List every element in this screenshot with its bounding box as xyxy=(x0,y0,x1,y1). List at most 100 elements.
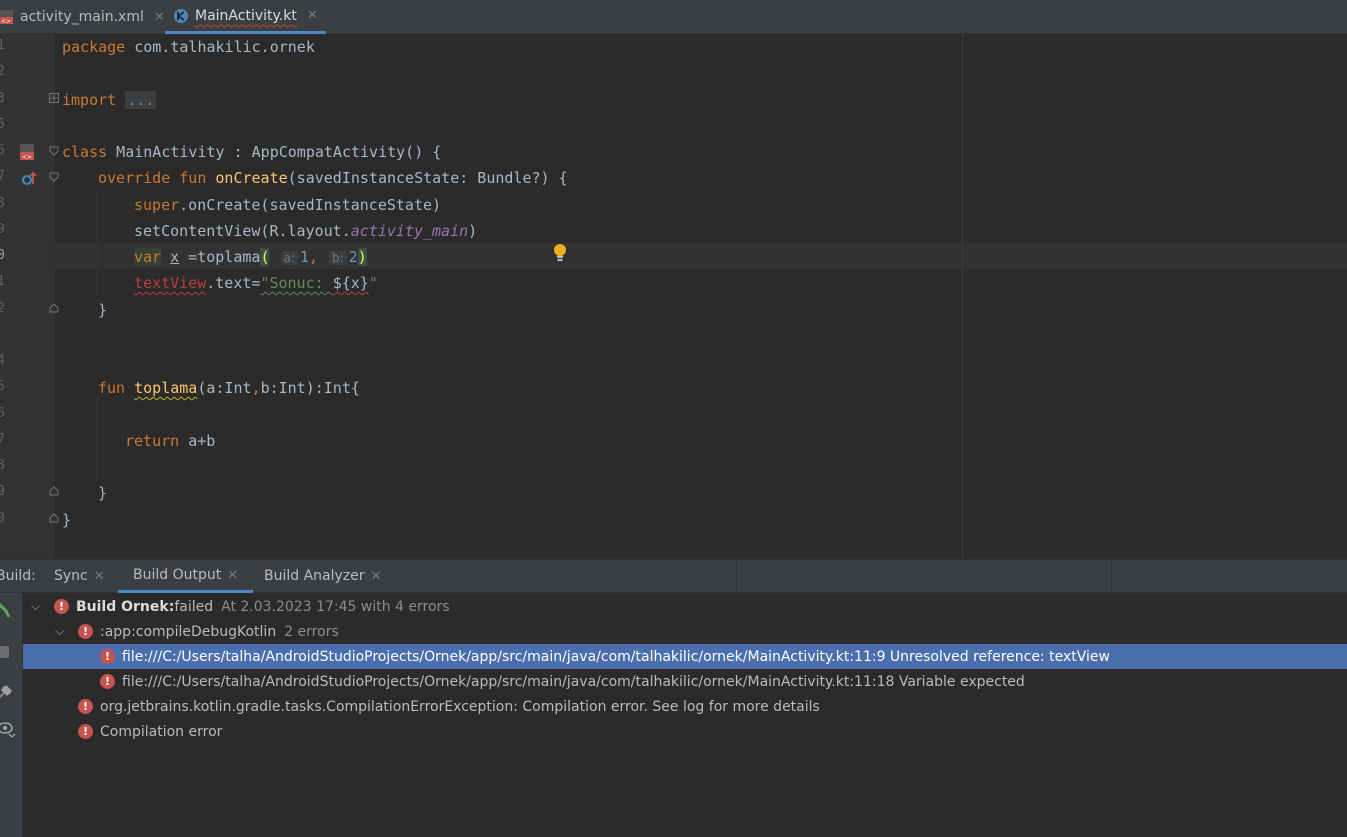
kotlin-file-icon xyxy=(174,8,188,23)
line-number: 1 xyxy=(0,274,5,289)
code-line-11: textView.text="Sonuc: ${x}" xyxy=(134,274,378,292)
line-number: 9 xyxy=(0,484,5,499)
hammer-icon[interactable] xyxy=(0,601,12,619)
tab-label: activity_main.xml xyxy=(20,9,144,25)
code-line-9: setContentView(R.layout.activity_main) xyxy=(134,222,478,240)
error-count: 2 errors xyxy=(284,623,339,640)
unresolved-reference[interactable]: textView xyxy=(134,274,206,292)
code-editor[interactable]: 1 2 3 5 6 7 8 9 0 1 2 4 5 6 7 8 9 0 <> p… xyxy=(0,34,1347,559)
line-number: 0 xyxy=(0,248,5,263)
error-icon: ! xyxy=(78,624,93,639)
line-number: 5 xyxy=(0,117,5,132)
code-line-6: class MainActivity : AppCompatActivity()… xyxy=(62,143,442,161)
build-tool-window: Build: Sync ✕ Build Output ✕ Build Analyze… xyxy=(0,559,1347,837)
code-line-12: } xyxy=(98,301,108,319)
code-line-7: override fun onCreate(savedInstanceState… xyxy=(98,169,568,187)
pin-icon[interactable] xyxy=(0,684,13,700)
tab-label: MainActivity.kt xyxy=(195,7,297,24)
code-line-20: } xyxy=(62,511,72,529)
error-icon: ! xyxy=(100,649,115,664)
line-number: 4 xyxy=(0,353,5,368)
error-message: file:///C:/Users/talha/AndroidStudioProj… xyxy=(122,648,1110,665)
tab-build-output[interactable]: Build Output ✕ xyxy=(118,560,254,593)
param-hint-a: a: xyxy=(280,251,298,265)
build-status: failed xyxy=(174,598,214,615)
line-number: 6 xyxy=(0,406,5,421)
tree-row-error-2[interactable]: ! file:///C:/Users/talha/AndroidStudioPr… xyxy=(23,669,1347,694)
code-line-3: import ... xyxy=(62,91,157,109)
close-icon[interactable]: ✕ xyxy=(307,8,318,23)
close-icon[interactable]: ✕ xyxy=(371,569,382,584)
build-title: Build: xyxy=(0,568,36,584)
eye-icon[interactable] xyxy=(0,720,17,738)
line-number: 2 xyxy=(0,301,5,316)
fold-collapse-icon[interactable] xyxy=(49,172,59,182)
line-number: 0 xyxy=(0,511,5,526)
folded-imports[interactable]: ... xyxy=(125,91,157,109)
indent-guide xyxy=(97,401,98,481)
override-method-icon[interactable] xyxy=(20,170,38,188)
close-icon[interactable]: ✕ xyxy=(94,569,105,584)
svg-text:<>: <> xyxy=(1,18,11,25)
line-number: 9 xyxy=(0,222,5,237)
line-number: 2 xyxy=(0,64,5,79)
tab-label: Sync xyxy=(54,568,88,584)
svg-text:<>: <> xyxy=(22,154,32,161)
code-line-8: super.onCreate(savedInstanceState) xyxy=(134,196,442,214)
line-number: 7 xyxy=(0,169,5,184)
lightbulb-icon[interactable] xyxy=(553,243,567,263)
build-output-tree: ⌵ ! Build Ornek: failed At 2.03.2023 17:4… xyxy=(23,593,1347,837)
tab-main-activity-kt[interactable]: MainActivity.kt ✕ xyxy=(165,0,326,34)
chevron-down-icon[interactable]: ⌵ xyxy=(55,624,64,639)
code-line-10: var x =toplama( a: 1, b: 2) xyxy=(134,248,367,266)
error-icon: ! xyxy=(100,674,115,689)
line-gutter: 1 2 3 5 6 7 8 9 0 1 2 4 5 6 7 8 9 0 <> xyxy=(0,34,59,559)
line-number: 6 xyxy=(0,143,5,158)
fold-end-icon[interactable] xyxy=(49,486,59,496)
layout-file-icon[interactable]: <> xyxy=(18,143,36,161)
tab-activity-main-xml[interactable]: <> activity_main.xml ✕ xyxy=(0,0,165,34)
code-line-15: fun toplama(a:Int,b:Int):Int{ xyxy=(98,379,360,397)
right-margin-guide xyxy=(962,34,963,559)
task-name: :app:compileDebugKotlin xyxy=(100,623,277,640)
error-icon: ! xyxy=(54,599,69,614)
tab-label: Build Analyzer xyxy=(264,568,365,584)
error-message: org.jetbrains.kotlin.gradle.tasks.Compil… xyxy=(100,698,820,715)
code-line-1: package com.talhakilic.ornek xyxy=(62,38,315,56)
tree-row-exception[interactable]: ! org.jetbrains.kotlin.gradle.tasks.Comp… xyxy=(23,694,1347,719)
xml-file-icon: <> xyxy=(0,10,13,25)
tab-label: Build Output xyxy=(133,567,222,583)
line-number: 8 xyxy=(0,458,5,473)
param-hint-b: b: xyxy=(329,251,347,265)
line-number: 7 xyxy=(0,432,5,447)
divider xyxy=(736,560,737,592)
fold-end-icon[interactable] xyxy=(49,303,59,313)
editor-tab-bar: <> activity_main.xml ✕ MainActivity.kt ✕ xyxy=(0,0,1347,34)
code-line-19: } xyxy=(98,484,108,502)
line-number: 3 xyxy=(0,91,5,106)
tree-row-error-1[interactable]: ! file:///C:/Users/talha/AndroidStudioPr… xyxy=(23,644,1347,669)
tab-build-analyzer[interactable]: Build Analyzer ✕ xyxy=(264,560,381,592)
fold-expand-icon[interactable] xyxy=(49,93,59,103)
divider xyxy=(1111,560,1112,592)
error-icon: ! xyxy=(78,724,93,739)
indent-guide xyxy=(97,191,98,295)
build-time: At 2.03.2023 17:45 with 4 errors xyxy=(221,598,450,615)
line-number: 8 xyxy=(0,196,5,211)
close-icon[interactable]: ✕ xyxy=(154,10,165,25)
fold-collapse-icon[interactable] xyxy=(49,146,59,156)
code-line-17: return a+b xyxy=(125,432,216,450)
tree-row-build[interactable]: ⌵ ! Build Ornek: failed At 2.03.2023 17:4… xyxy=(23,594,1347,619)
chevron-down-icon[interactable]: ⌵ xyxy=(31,599,40,614)
line-number: 1 xyxy=(0,38,5,53)
fold-end-icon[interactable] xyxy=(49,513,59,523)
tree-row-task[interactable]: ⌵ ! :app:compileDebugKotlin 2 errors xyxy=(23,619,1347,644)
build-toolbar xyxy=(0,593,23,837)
build-tabs: Build: Sync ✕ Build Output ✕ Build Analyze… xyxy=(0,559,1347,593)
error-message: Compilation error xyxy=(100,723,223,740)
tree-row-compilation-error[interactable]: ! Compilation error xyxy=(23,719,1347,744)
tab-sync[interactable]: Sync ✕ xyxy=(54,560,105,592)
error-icon: ! xyxy=(78,699,93,714)
stop-icon[interactable] xyxy=(0,646,9,658)
close-icon[interactable]: ✕ xyxy=(227,568,238,583)
